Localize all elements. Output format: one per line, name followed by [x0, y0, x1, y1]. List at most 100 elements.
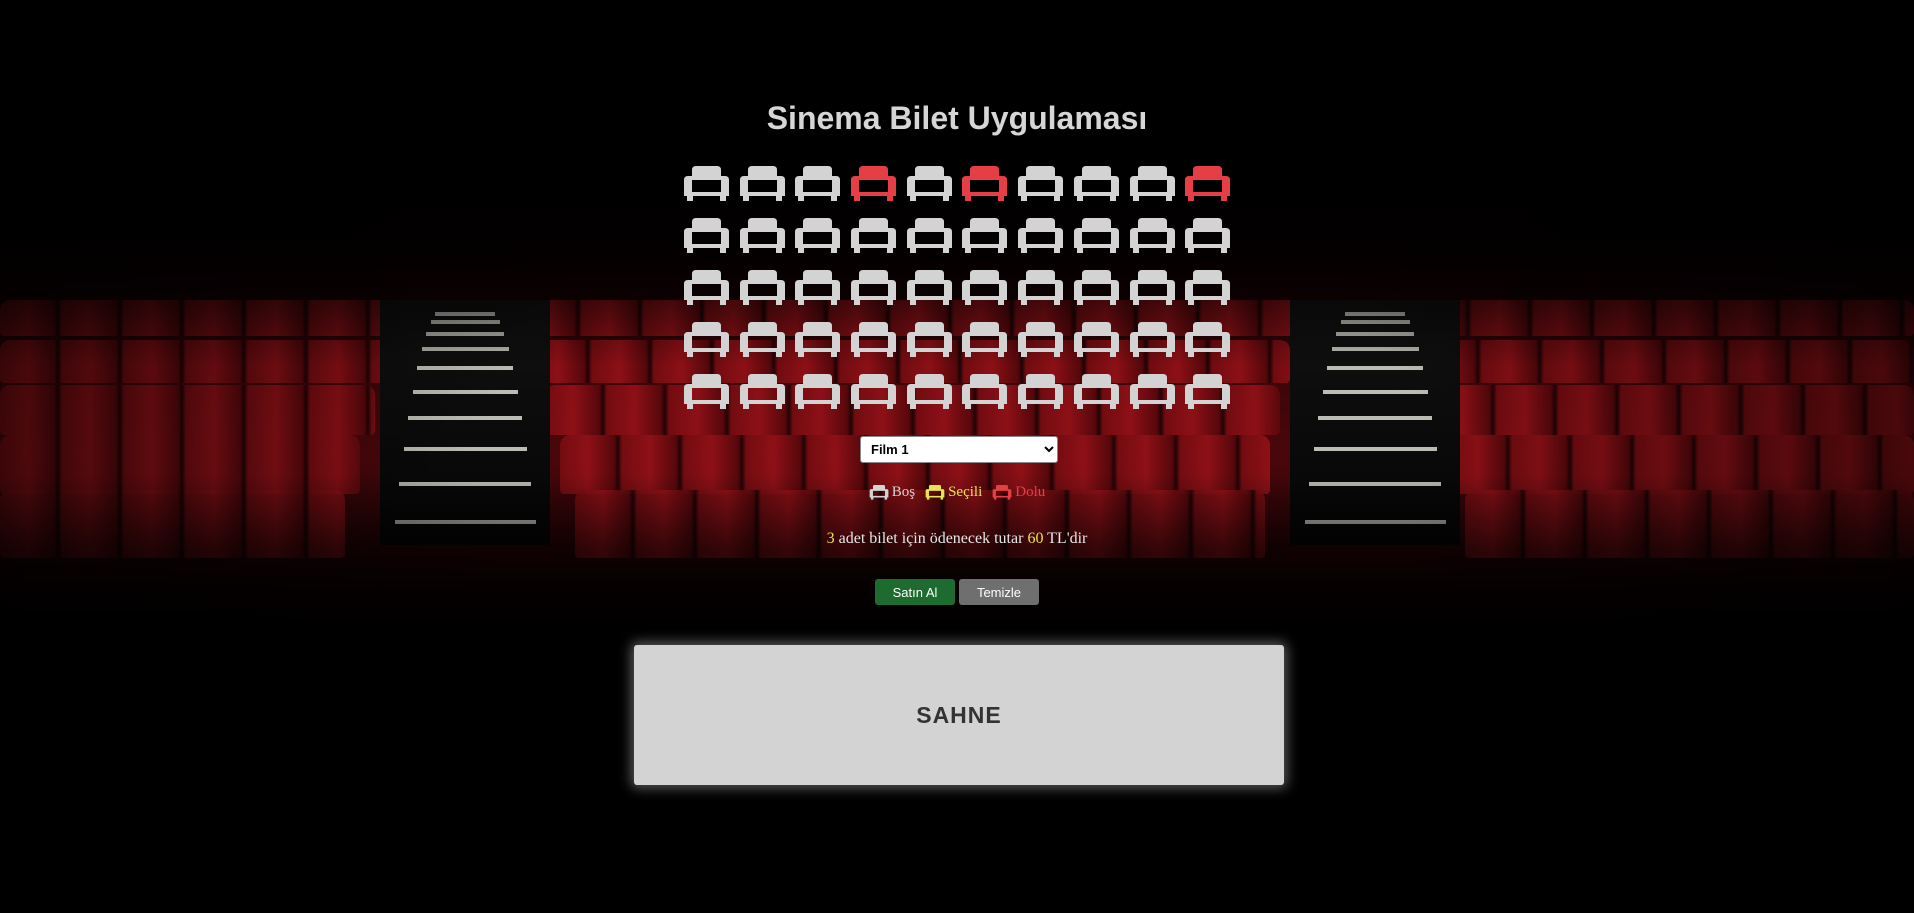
seat-empty[interactable] [1073, 166, 1119, 202]
couch-icon [1018, 322, 1064, 357]
seat-row [684, 218, 1240, 254]
couch-icon [795, 270, 841, 305]
seat-empty[interactable] [795, 166, 841, 202]
seat-empty[interactable] [962, 374, 1008, 410]
seat-empty[interactable] [851, 218, 897, 254]
seat-empty[interactable] [1073, 218, 1119, 254]
seat-empty[interactable] [1185, 322, 1231, 358]
seat-empty[interactable] [1185, 374, 1231, 410]
seat-grid [684, 166, 1240, 426]
seat-empty[interactable] [962, 322, 1008, 358]
seat-empty[interactable] [1129, 166, 1175, 202]
seat-empty[interactable] [1018, 218, 1064, 254]
couch-icon [906, 218, 952, 253]
couch-icon [795, 218, 841, 253]
seat-legend: Boş Seçili Dolu [0, 484, 1914, 501]
seat-empty[interactable] [739, 166, 785, 202]
couch-icon [851, 322, 897, 357]
couch-icon [1018, 374, 1064, 409]
seat-empty[interactable] [1073, 270, 1119, 306]
couch-icon [925, 485, 945, 500]
seat-empty[interactable] [906, 322, 952, 358]
couch-icon [1185, 322, 1231, 357]
couch-icon [1018, 218, 1064, 253]
seat-empty[interactable] [684, 374, 729, 410]
seat-empty[interactable] [1073, 374, 1119, 410]
legend-selected: Seçili [925, 484, 982, 501]
page-title: Sinema Bilet Uygulaması [766, 100, 1148, 136]
seat-empty[interactable] [851, 374, 897, 410]
seat-empty[interactable] [906, 166, 952, 202]
seat-empty[interactable] [1185, 218, 1231, 254]
seat-empty[interactable] [906, 270, 952, 306]
seat-empty[interactable] [795, 270, 841, 306]
seat-empty[interactable] [684, 218, 729, 254]
couch-icon [869, 485, 889, 500]
seat-full [962, 166, 1008, 202]
couch-icon [1018, 166, 1064, 201]
seat-empty[interactable] [906, 374, 952, 410]
seat-empty[interactable] [739, 322, 785, 358]
couch-icon [906, 374, 952, 409]
couch-icon [739, 374, 785, 409]
seat-empty[interactable] [1018, 374, 1064, 410]
movie-select[interactable]: Film 1 [860, 436, 1058, 463]
couch-icon [1129, 270, 1175, 305]
summary-text: adet bilet için ödenecek tutar [834, 530, 1028, 547]
couch-icon [962, 374, 1008, 409]
couch-icon [851, 270, 897, 305]
seat-empty[interactable] [739, 218, 785, 254]
couch-icon [1073, 218, 1119, 253]
seat-empty[interactable] [684, 270, 729, 306]
seat-empty[interactable] [1129, 322, 1175, 358]
couch-icon [962, 270, 1008, 305]
seat-empty[interactable] [1129, 218, 1175, 254]
seat-row [684, 270, 1240, 306]
couch-icon [906, 322, 952, 357]
legend-selected-label: Seçili [948, 484, 983, 500]
stage-label: SAHNE [916, 701, 1002, 728]
seat-empty[interactable] [739, 374, 785, 410]
seat-empty[interactable] [739, 270, 785, 306]
legend-full: Dolu [992, 484, 1045, 501]
couch-icon [739, 166, 785, 201]
seat-empty[interactable] [1129, 374, 1175, 410]
seat-empty[interactable] [684, 166, 729, 202]
summary-currency: TL'dir [1043, 530, 1088, 547]
seat-empty[interactable] [1018, 322, 1064, 358]
seat-empty[interactable] [1185, 270, 1231, 306]
clear-button[interactable]: Temizle [959, 579, 1039, 605]
seat-empty[interactable] [795, 218, 841, 254]
couch-icon [739, 218, 785, 253]
seat-empty[interactable] [795, 322, 841, 358]
couch-icon [1129, 166, 1175, 201]
seat-empty[interactable] [851, 322, 897, 358]
couch-icon [851, 218, 897, 253]
couch-icon [1073, 374, 1119, 409]
seat-empty[interactable] [1018, 270, 1064, 306]
buy-button[interactable]: Satın Al [875, 579, 955, 605]
couch-icon [684, 218, 729, 253]
couch-icon [851, 166, 897, 201]
couch-icon [992, 485, 1012, 500]
couch-icon [684, 166, 729, 201]
seat-empty[interactable] [684, 322, 729, 358]
couch-icon [1129, 218, 1175, 253]
seat-empty[interactable] [1129, 270, 1175, 306]
seat-empty[interactable] [962, 218, 1008, 254]
seat-empty[interactable] [962, 270, 1008, 306]
couch-icon [906, 166, 952, 201]
seat-empty[interactable] [851, 270, 897, 306]
seat-row [684, 322, 1240, 358]
price-summary: 3 adet bilet için ödenecek tutar 60 TL'd… [0, 530, 1914, 548]
couch-icon [795, 322, 841, 357]
couch-icon [1073, 166, 1119, 201]
couch-icon [962, 166, 1008, 201]
seat-empty[interactable] [1073, 322, 1119, 358]
couch-icon [684, 270, 729, 305]
seat-empty[interactable] [906, 218, 952, 254]
seat-empty[interactable] [795, 374, 841, 410]
couch-icon [1129, 374, 1175, 409]
seat-empty[interactable] [1018, 166, 1064, 202]
stage-screen: SAHNE [634, 645, 1284, 785]
